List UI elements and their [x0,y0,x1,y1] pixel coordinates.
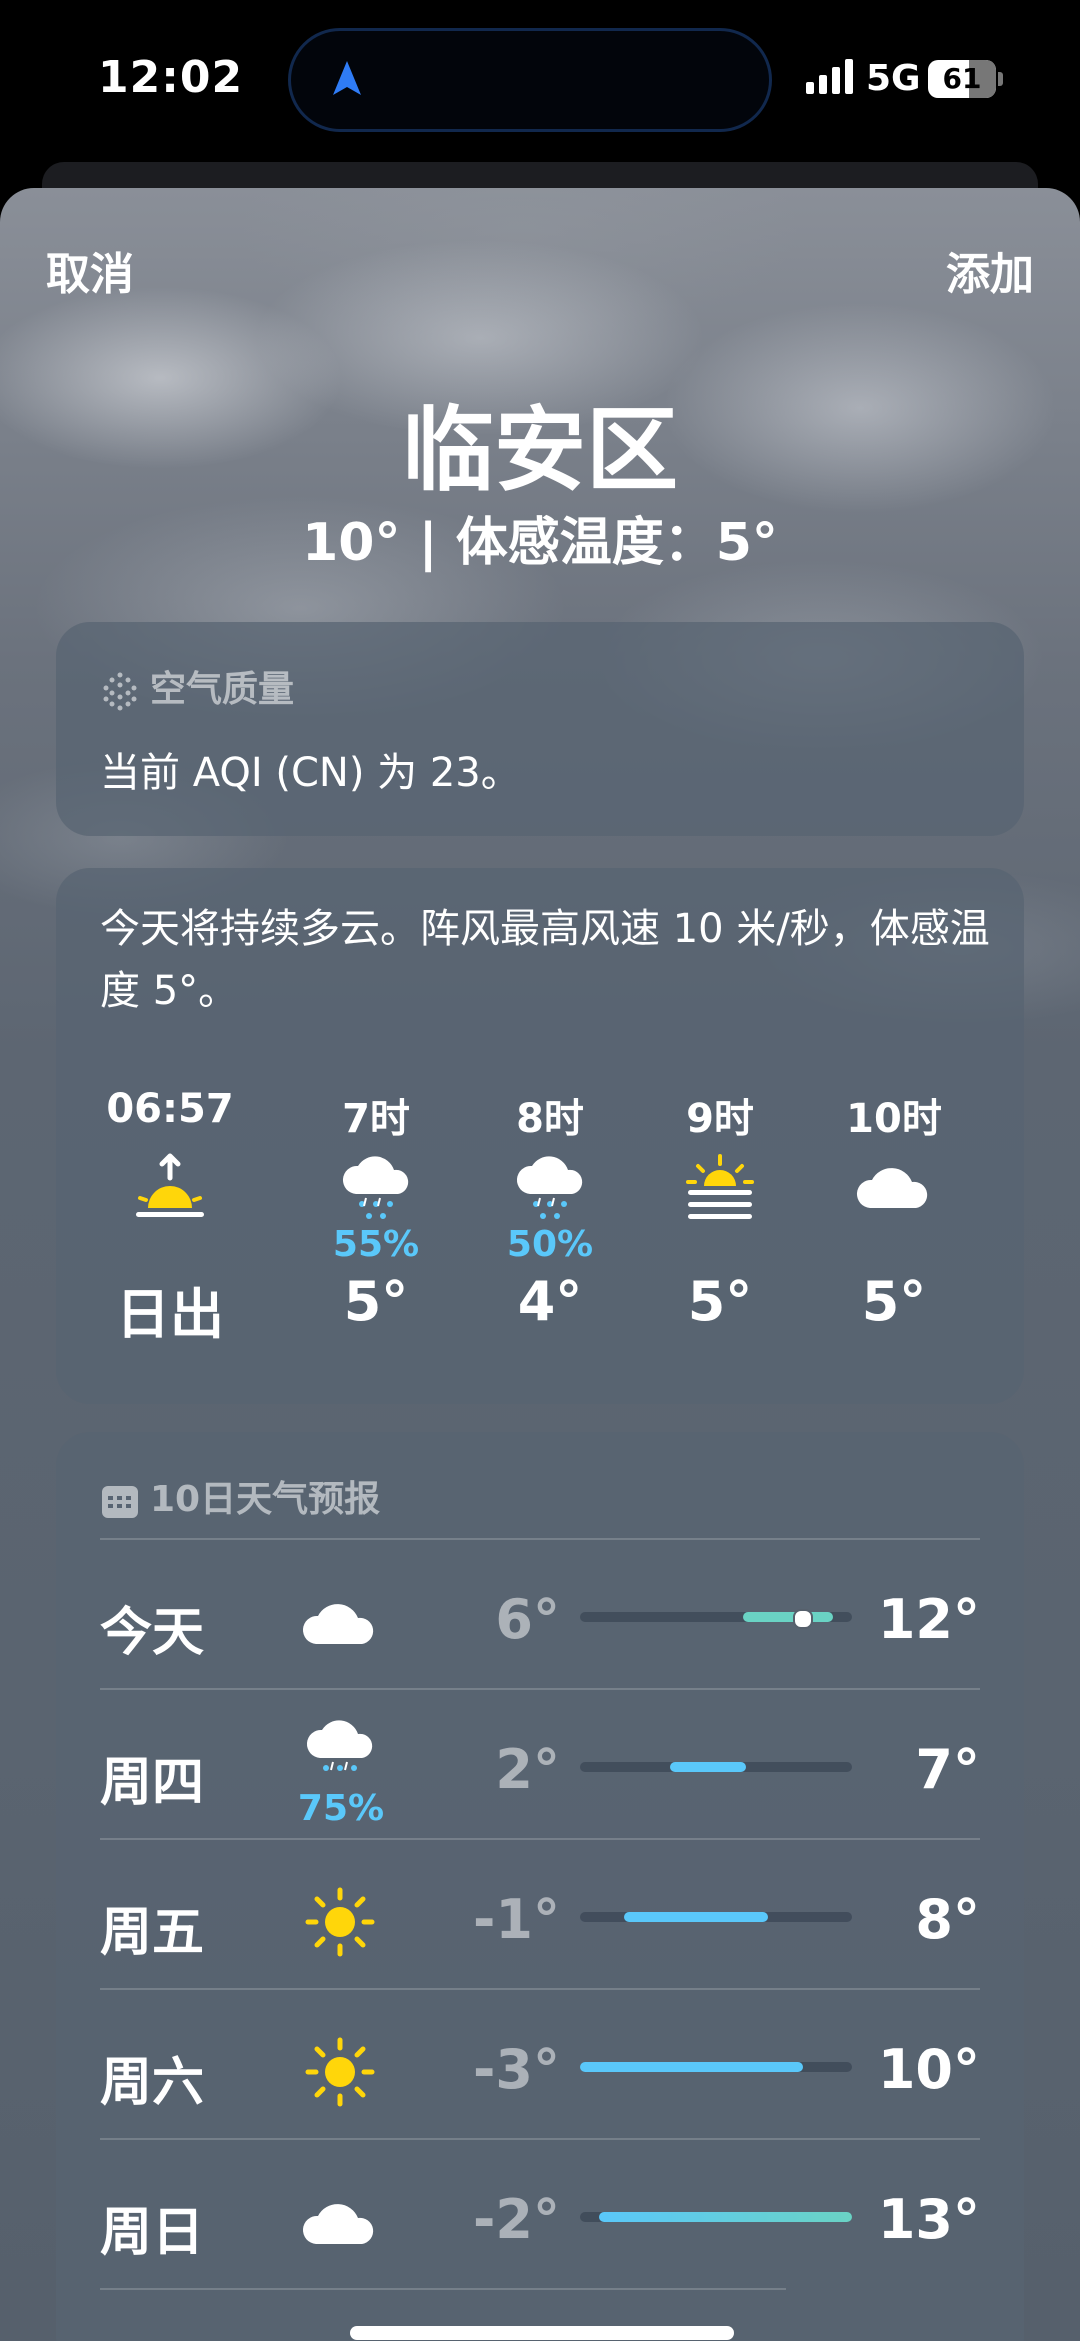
hour-item: 7时 55% 5° [306,1086,446,1333]
low-temp: -1° [473,1888,560,1951]
cloud-snow-icon [342,1156,409,1219]
ten-day-header: 10日天气预报 [100,1470,380,1522]
temp-range-track [580,1912,852,1922]
hourly-forecast-card[interactable]: 今天将持续多云。阵风最高风速 10 米/秒，体感温度 5°。 06:57 日出 … [56,868,1024,1404]
day-label: 今天 [100,1603,205,1663]
temp-range-bar [599,2212,852,2222]
dynamic-island[interactable] [288,28,772,132]
day-row[interactable]: 周五 -1° 8° [100,1838,980,1990]
hour-label: 9时 [686,1096,754,1142]
hour-temp: 5° [343,1270,409,1333]
home-indicator[interactable] [350,2326,734,2340]
status-time: 12:02 [98,52,244,103]
hour-temp: 4° [517,1270,583,1333]
day-label: 周四 [100,1753,205,1813]
day-row[interactable]: 周六 -3° 10° [100,1988,980,2140]
hour-item: 10时 5° [824,1086,964,1333]
signal-bars-icon [806,59,853,94]
air-quality-card[interactable]: 空气质量 当前 AQI (CN) 为 23。 [56,622,1024,836]
cancel-button[interactable]: 取消 [46,238,134,302]
add-button[interactable]: 添加 [946,238,1034,302]
high-temp: 10° [877,2038,980,2101]
network-label: 5G [866,58,921,99]
location-arrow-icon [333,61,361,95]
low-temp: 2° [495,1738,560,1801]
hour-label: 7时 [342,1096,410,1142]
sun-icon [305,1887,375,1957]
precip-chance: 55% [332,1224,420,1265]
low-temp: -3° [473,2038,560,2101]
forecast-summary: 今天将持续多云。阵风最高风速 10 米/秒，体感温度 5°。 [100,906,990,1014]
temp-range-track [580,2062,852,2072]
hour-temp: 日出 [116,1283,224,1346]
high-temp: 12° [877,1588,980,1651]
day-row[interactable]: 今天 6° 12° [100,1538,980,1690]
sun-haze-icon [686,1154,754,1219]
hour-label: 10时 [846,1096,942,1142]
day-row[interactable]: 周日 -2° 13° [100,2138,980,2290]
battery-icon: 61 [928,60,996,98]
hour-label: 8时 [516,1096,584,1142]
temp-range-bar [580,2062,804,2072]
cloud-icon [856,1168,928,1208]
city-name: 临安区 [401,397,678,504]
cloud-snow-icon [306,1720,373,1771]
precip-chance [824,1224,964,1264]
high-temp: 8° [915,1888,980,1951]
cloud-snow-icon [516,1156,583,1219]
hour-label: 06:57 [106,1086,234,1132]
low-temp: -2° [473,2188,560,2251]
sunrise-icon [136,1153,204,1217]
high-temp: 13° [877,2188,980,2251]
temp-range-bar [623,1912,768,1922]
precip-chance: 75% [297,1788,385,1829]
aqi-dots-icon [103,672,137,711]
air-quality-header: 空气质量 [100,660,294,712]
battery-level: 61 [942,62,982,95]
day-label: 周日 [100,2203,205,2263]
hour-item: 9时 5° [650,1086,790,1333]
hour-temp: 5° [687,1270,753,1333]
temp-range-bar [669,1762,746,1772]
temp-range-track [580,1609,852,1629]
cloud-icon [302,2204,374,2244]
hour-temp: 5° [861,1270,927,1333]
location-preview-sheet: 取消 添加 临安区 10° | 体感温度：5° 空气质量 当前 AQI (CN)… [0,188,1080,2341]
hour-item: 8时 50% 4° [480,1086,620,1333]
ten-day-forecast-card[interactable]: 10日天气预报 今天 6° 12° 周四 75% 2° 7° 周五 -1° 8°… [56,1432,1024,2341]
air-quality-title: 空气质量 [150,669,295,710]
precip-chance [100,1224,240,1264]
calendar-icon [102,1486,138,1518]
day-label: 周六 [100,2053,205,2113]
air-quality-text: 当前 AQI (CN) 为 23。 [100,750,521,796]
temp-range-track [580,1762,852,1772]
cloud-icon [302,1604,374,1644]
status-bar: 12:02 5G 61 [0,0,1080,160]
precip-chance: 50% [506,1224,594,1265]
day-label: 周五 [100,1903,205,1963]
precip-chance [650,1224,790,1264]
sun-icon [305,2037,375,2107]
low-temp: 6° [495,1588,560,1651]
hour-item: 06:57 日出 [100,1086,240,1349]
temp-range-track [580,2212,852,2222]
high-temp: 7° [915,1738,980,1801]
temp-range-bar [743,1612,833,1622]
ten-day-title: 10日天气预报 [150,1479,381,1520]
current-temp-dot [793,1609,814,1629]
day-row[interactable]: 周四 75% 2° 7° [100,1688,980,1840]
current-temperature: 10° | 体感温度：5° [302,513,778,573]
